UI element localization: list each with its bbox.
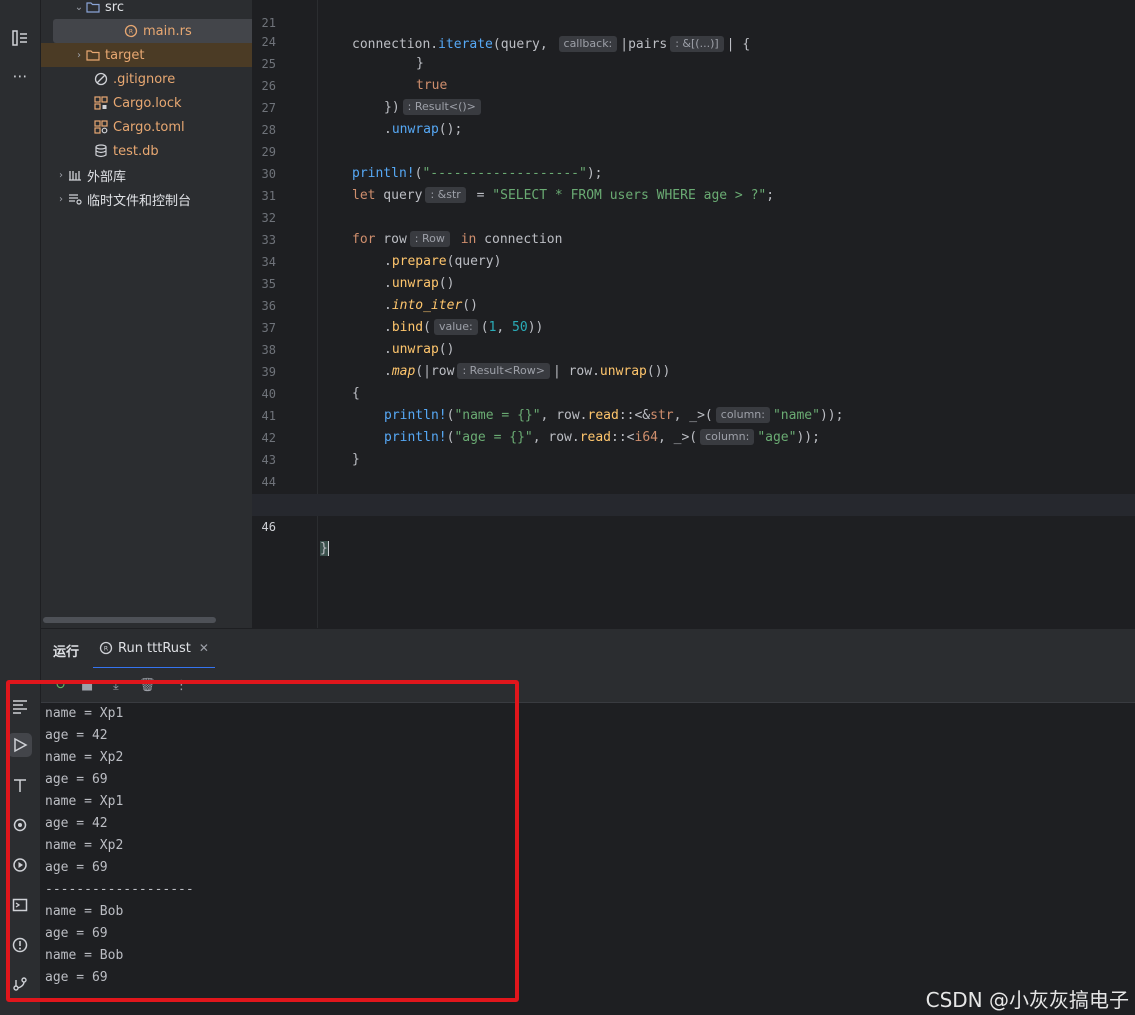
code-line[interactable]: 35 .into_iter(): [252, 251, 1135, 313]
tab-run-config[interactable]: R Run tttRust ✕: [93, 629, 215, 669]
tree-item-label: .gitignore: [113, 71, 176, 87]
tree-item-main-rs[interactable]: R main.rs: [53, 19, 252, 43]
code-line[interactable]: 26 }): Result<()>: [252, 53, 1135, 115]
code-line[interactable]: 31: [252, 163, 1135, 203]
code-line[interactable]: 27 .unwrap();: [252, 75, 1135, 137]
cargo-toml-icon: [93, 120, 109, 134]
rust-file-icon: R: [123, 24, 139, 38]
tab-label: Run tttRust: [118, 640, 191, 656]
code-line[interactable]: 39 {: [252, 339, 1135, 401]
folder-icon: [85, 1, 101, 13]
code-line[interactable]: 43: [252, 427, 1135, 467]
scratches-icon: [67, 193, 83, 205]
tree-item-label: target: [105, 47, 145, 63]
cargo-lock-icon: [93, 96, 109, 110]
chevron-right-icon[interactable]: ›: [73, 50, 85, 61]
code-line[interactable]: 45: [252, 471, 1135, 511]
tree-item-gitignore[interactable]: .gitignore: [41, 67, 252, 91]
tree-item-scratches[interactable]: › 临时文件和控制台: [41, 187, 252, 211]
code-line[interactable]: 29 println!("-------------------");: [252, 119, 1135, 181]
tree-item-src[interactable]: ⌄ src: [41, 0, 252, 19]
tree-item-label: src: [105, 0, 124, 15]
code-line[interactable]: 38 .map(|row: Result<Row> | row.unwrap()): [252, 317, 1135, 379]
tree-item-external-libraries[interactable]: › 外部库: [41, 163, 252, 187]
project-tree: ⌄ src R main.rs › target .gitignore Carg…: [41, 0, 252, 628]
tree-item-target[interactable]: › target: [41, 43, 252, 67]
code-line-current[interactable]: 46 }: [252, 494, 1135, 556]
code-line[interactable]: 41 println!("age = {}", row.read::<i64, …: [252, 383, 1135, 445]
code-line[interactable]: 30 let query: &str = "SELECT * FROM user…: [252, 141, 1135, 203]
line-number: 46: [261, 520, 276, 534]
code-line[interactable]: 28: [252, 97, 1135, 137]
watermark: CSDN @小灰灰搞电子: [925, 988, 1129, 1012]
tree-item-cargo-toml[interactable]: Cargo.toml: [41, 115, 252, 139]
code-line[interactable]: 42 }: [252, 405, 1135, 467]
rust-file-icon: R: [99, 641, 113, 655]
tree-item-label: Cargo.lock: [113, 95, 182, 111]
tree-item-label: 临时文件和控制台: [87, 193, 192, 209]
tree-item-label: Cargo.toml: [113, 119, 185, 135]
tree-horizontal-scrollbar[interactable]: [43, 617, 216, 623]
code-line[interactable]: 33 .prepare(query): [252, 207, 1135, 269]
tree-item-label: main.rs: [143, 23, 192, 39]
code-editor[interactable]: 21 connection.iterate(query, callback: |p…: [252, 0, 1135, 628]
highlight-annotation-box: [6, 680, 519, 1002]
tree-item-label: 外部库: [87, 169, 127, 185]
run-tool-window-header: 运行 R Run tttRust ✕: [41, 628, 1135, 669]
more-icon[interactable]: ⋯: [8, 64, 32, 88]
close-icon[interactable]: ✕: [199, 641, 209, 655]
database-icon: [93, 144, 109, 158]
ignore-file-icon: [93, 72, 109, 86]
run-panel-title: 运行: [53, 645, 80, 660]
code-line[interactable]: 24 }: [252, 9, 1135, 71]
code-line[interactable]: 36 .bind(value: (1, 50)): [252, 273, 1135, 335]
tree-item-test-db[interactable]: test.db: [41, 139, 252, 163]
code-line[interactable]: 25 true: [252, 31, 1135, 93]
tree-item-label: test.db: [113, 143, 159, 159]
chevron-right-icon[interactable]: ›: [55, 170, 67, 181]
project-structure-icon[interactable]: [8, 26, 32, 50]
code-line[interactable]: 37 .unwrap(): [252, 295, 1135, 357]
svg-text:R: R: [104, 646, 108, 653]
chevron-down-icon[interactable]: ⌄: [73, 2, 85, 13]
code-line[interactable]: 34 .unwrap(): [252, 229, 1135, 291]
svg-text:R: R: [129, 29, 133, 36]
tree-item-cargo-lock[interactable]: Cargo.lock: [41, 91, 252, 115]
chevron-right-icon[interactable]: ›: [55, 194, 67, 205]
code-line[interactable]: 32 for row: Row in connection: [252, 185, 1135, 247]
code-line[interactable]: 44: [252, 449, 1135, 489]
library-icon: [67, 169, 83, 181]
folder-icon: [85, 49, 101, 61]
code-line[interactable]: 40 println!("name = {}", row.read::<&str…: [252, 361, 1135, 423]
